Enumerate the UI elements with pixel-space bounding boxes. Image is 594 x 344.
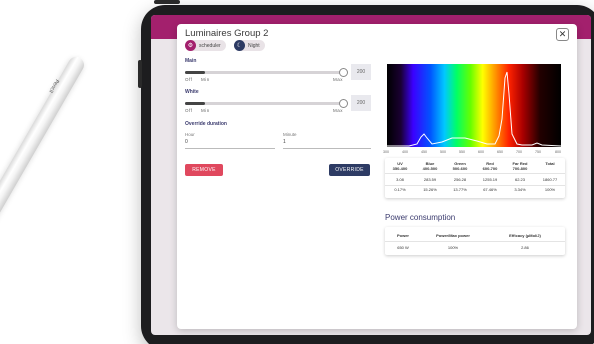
white-min-label: Min	[201, 108, 210, 113]
override-button[interactable]: OVERRIDE	[329, 164, 370, 176]
white-slider-track[interactable]	[185, 102, 345, 105]
bands-cell: 256.28	[453, 177, 467, 182]
bands-cell: 67.46%	[483, 187, 497, 192]
spectrum-tick: 400	[402, 150, 408, 154]
spectrum-tick: 800	[555, 150, 561, 154]
bands-col-range: 500-600	[452, 166, 468, 171]
chip-scheduler-label: scheduler	[199, 42, 221, 49]
bands-cell: 100%	[544, 187, 556, 192]
close-button[interactable]: ✕	[556, 28, 569, 41]
main-max-label: Max	[333, 77, 344, 82]
hour-label: Hour	[185, 132, 195, 137]
main-min-label: Min	[201, 77, 210, 82]
moon-icon: ☾	[234, 40, 245, 51]
white-label: White	[185, 89, 199, 95]
chip-scheduler[interactable]: ⚙ scheduler	[185, 40, 226, 51]
bands-col-range: 350-400	[392, 166, 408, 171]
power-ratio: 100%	[447, 245, 459, 250]
spectrum-tick: 450	[421, 150, 427, 154]
main-off-label: Off	[185, 77, 193, 82]
spectrum-tick: 750	[535, 150, 541, 154]
bands-divider	[385, 173, 565, 174]
spectrum-tick: 700	[516, 150, 522, 154]
chip-night-label: Night	[248, 42, 260, 49]
minute-label: Minute	[283, 132, 297, 137]
power-title: Power consumption	[385, 213, 456, 222]
power-col-header: Power	[396, 233, 409, 238]
white-max-label: Max	[333, 108, 344, 113]
override-duration-label: Override duration	[185, 121, 227, 127]
tablet-screen: Luminaires Group 2 ✕ ⚙ scheduler ☾ Night…	[151, 15, 591, 335]
tablet-side-button	[138, 60, 142, 88]
main-slider-fill	[185, 71, 205, 74]
stylus-pencil: Pencil	[0, 54, 87, 314]
chip-night[interactable]: ☾ Night	[234, 40, 265, 51]
hour-underline	[185, 148, 275, 149]
stage: Pencil Luminaires Group 2 ✕ ⚙ scheduler …	[0, 0, 594, 344]
power-value: 650 W	[397, 245, 409, 250]
spectrum-tick: 650	[497, 150, 503, 154]
bands-cell: 0.17%	[394, 187, 406, 192]
spectrum-tick: 500	[440, 150, 446, 154]
spectrum-tick: 300	[383, 150, 389, 154]
bands-col-range: 600-700	[482, 166, 498, 171]
white-off-label: Off	[185, 108, 193, 113]
bands-col-header: Total	[545, 161, 555, 166]
bands-col-range: 400-500	[422, 166, 438, 171]
luminaire-dialog: Luminaires Group 2 ✕ ⚙ scheduler ☾ Night…	[177, 24, 577, 329]
minute-input[interactable]: 1	[283, 139, 286, 145]
white-value-field[interactable]: 200	[351, 95, 371, 111]
main-slider-track[interactable]	[185, 71, 345, 74]
bands-cell: 15.26%	[423, 187, 437, 192]
bands-cell: 3.34%	[514, 187, 526, 192]
power-col-header: Efficacy (µMol/J)	[509, 233, 541, 238]
bands-cell: 283.59	[423, 177, 437, 182]
pencil-brand: Pencil	[47, 77, 60, 94]
main-slider-thumb[interactable]	[339, 68, 348, 77]
scheduler-icon: ⚙	[185, 40, 196, 51]
bands-row-divider	[385, 185, 565, 186]
efficacy-value: 2.86	[521, 245, 529, 250]
spectrum-tick: 600	[478, 150, 484, 154]
power-col-header: Power/Max power	[436, 233, 470, 238]
spectrum-chart	[387, 64, 561, 147]
bands-cell: 3.08	[396, 177, 404, 182]
white-slider-thumb[interactable]	[339, 99, 348, 108]
white-slider-fill	[185, 102, 205, 105]
bands-cell: 1255.19	[482, 177, 498, 182]
dialog-title: Luminaires Group 2	[185, 28, 269, 39]
minute-underline	[283, 148, 371, 149]
bands-cell: 1860.77	[542, 177, 558, 182]
tablet-top-button	[154, 0, 180, 4]
hour-input[interactable]: 0	[185, 139, 188, 145]
power-table: Power Power/Max power Efficacy (µMol/J) …	[385, 227, 565, 255]
bands-cell: 62.23	[514, 177, 525, 182]
main-label: Main	[185, 58, 197, 64]
bands-col-range: 700-800	[512, 166, 528, 171]
remove-button[interactable]: REMOVE	[185, 164, 223, 176]
main-value-field[interactable]: 200	[351, 64, 371, 80]
bands-cell: 13.77%	[453, 187, 467, 192]
power-divider	[385, 241, 565, 242]
spectrum-gradient	[387, 64, 561, 147]
bands-table: UV 350-400 Blue 400-500 Green 500-600 Red 600-7…	[385, 158, 565, 198]
spectrum-tick: 550	[459, 150, 465, 154]
